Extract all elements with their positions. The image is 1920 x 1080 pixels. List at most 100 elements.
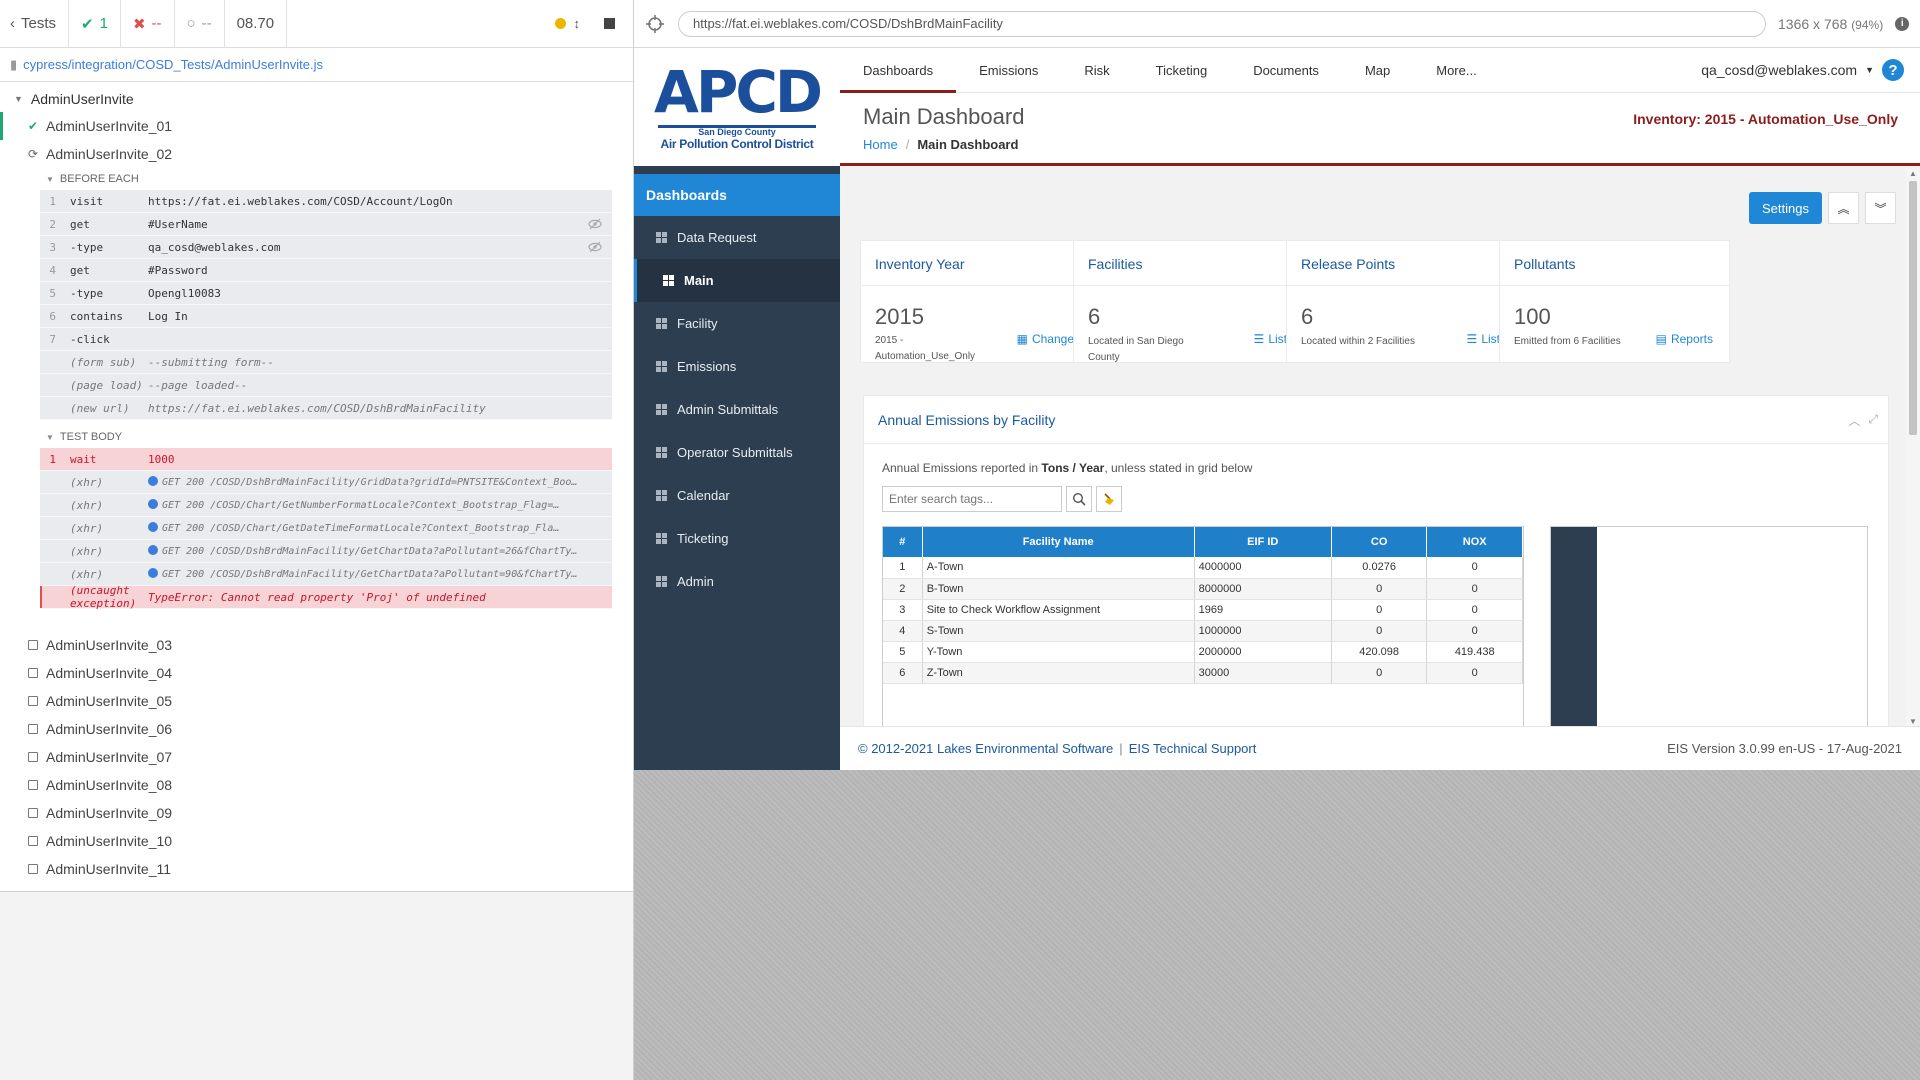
column-header[interactable]: CO (1331, 527, 1428, 557)
command-xhr-row[interactable]: (xhr) GET 200 /COSD/DshBrdMainFacility/Ge… (40, 540, 612, 563)
nav-tab-documents[interactable]: Documents (1230, 48, 1342, 92)
sidebar-item-calendar[interactable]: Calendar (634, 474, 840, 517)
test-item[interactable]: ✔ AdminUserInvite_01 (0, 112, 633, 140)
search-tags-input[interactable] (882, 486, 1062, 512)
table-cell: 0 (1426, 578, 1523, 600)
apcd-logo[interactable]: APCD San Diego County Air Pollution Cont… (634, 48, 840, 166)
chevron-left-icon: ‹ (10, 15, 15, 32)
sidebar-item-main[interactable]: Main (634, 259, 840, 302)
info-icon[interactable]: i (1895, 16, 1910, 31)
command-xhr-row[interactable]: (xhr) GET 200 /COSD/Chart/GetNumberFormat… (40, 494, 612, 517)
test-item[interactable]: AdminUserInvite_10 (0, 827, 633, 855)
command-xhr-row[interactable]: (xhr) GET 200 /COSD/Chart/GetDateTimeForm… (40, 517, 612, 540)
table-row[interactable]: 6 Z-Town 30000 0 0 (883, 662, 1523, 684)
scrollbar-thumb[interactable] (1909, 181, 1917, 435)
command-row[interactable]: 4 get #Password (40, 259, 612, 282)
nav-tab-more[interactable]: More... (1413, 48, 1499, 92)
table-row[interactable]: 5 Y-Town 2000000 420.098 419.438 (883, 641, 1523, 663)
table-row[interactable]: 4 S-Town 1000000 0 0 (883, 620, 1523, 642)
test-item[interactable]: AdminUserInvite_09 (0, 799, 633, 827)
card-link-list[interactable]: ☰ List (1254, 332, 1287, 346)
settings-button[interactable]: Settings (1749, 192, 1822, 224)
command-xhr-row[interactable]: (xhr) GET 200 /COSD/DshBrdMainFacility/Gr… (40, 471, 612, 494)
nav-tab-risk[interactable]: Risk (1061, 48, 1132, 92)
technical-support-link[interactable]: EIS Technical Support (1129, 741, 1257, 756)
command-error-row[interactable]: (uncaught exception) TypeError: Cannot re… (40, 584, 612, 610)
table-row[interactable]: 1 A-Town 4000000 0.0276 0 (883, 557, 1523, 579)
sidebar-item-admin[interactable]: Admin (634, 560, 840, 603)
user-menu[interactable]: qa_cosd@weblakes.com ▼ ? (1701, 48, 1920, 92)
scroll-up-icon[interactable]: ▲ (1909, 169, 1917, 178)
nav-tab-ticketing[interactable]: Ticketing (1133, 48, 1231, 92)
test-item[interactable]: AdminUserInvite_08 (0, 771, 633, 799)
aut-url[interactable]: https://fat.ei.weblakes.com/COSD/DshBrdM… (678, 10, 1766, 37)
test-item[interactable]: AdminUserInvite_04 (0, 659, 633, 687)
command-event-row[interactable]: (page load) --page loaded-- (40, 374, 612, 397)
command-row[interactable]: 1 wait 1000 (40, 448, 612, 471)
table-cell: 0 (1331, 620, 1428, 642)
sidebar-item-admin-submittals[interactable]: Admin Submittals (634, 388, 840, 431)
grid-icon (663, 275, 674, 286)
suite-title[interactable]: ▼ AdminUserInvite (0, 86, 633, 112)
test-body-hook[interactable]: ▼ TEST BODY (0, 426, 633, 448)
command-row[interactable]: 1 visit https://fat.ei.weblakes.com/COSD/A… (40, 190, 612, 213)
command-row[interactable]: 7 -click (40, 328, 612, 351)
sidebar-section-dashboards[interactable]: Dashboards (634, 174, 840, 216)
help-icon[interactable]: ? (1882, 59, 1904, 81)
auto-scroll-icon[interactable]: ↕ (574, 16, 581, 31)
breadcrumb-home[interactable]: Home (863, 137, 898, 152)
command-number: 2 (49, 217, 56, 231)
nav-tab-map[interactable]: Map (1342, 48, 1413, 92)
card-link-reports[interactable]: ▤ Reports (1656, 332, 1713, 346)
copyright-link[interactable]: © 2012-2021 Lakes Environmental Software (858, 741, 1113, 756)
expand-all-button[interactable]: ︾ (1865, 192, 1896, 224)
content-scrollbar[interactable]: ▲ ▼ (1906, 169, 1920, 726)
collapse-all-button[interactable]: ︽ (1828, 192, 1859, 224)
card-link-change[interactable]: ▦ Change (1017, 332, 1074, 346)
command-row[interactable]: 6 contains Log In (40, 305, 612, 328)
test-item[interactable]: ⟳ AdminUserInvite_02 (0, 140, 633, 168)
test-item[interactable]: AdminUserInvite_03 (0, 631, 633, 659)
expand-icon[interactable]: ⤢ (1868, 412, 1878, 429)
column-header[interactable]: Facility Name (922, 527, 1195, 557)
table-row[interactable]: 2 B-Town 8000000 0 0 (883, 578, 1523, 600)
command-message: GET 200 /COSD/DshBrdMainFacility/GetChar… (148, 568, 612, 580)
sidebar-item-facility[interactable]: Facility (634, 302, 840, 345)
pending-count[interactable]: ○ -- (175, 0, 225, 47)
selector-playground-icon[interactable] (644, 13, 666, 35)
nav-tab-dashboards[interactable]: Dashboards (840, 48, 957, 93)
scroll-down-icon[interactable]: ▼ (1909, 717, 1917, 726)
command-event-row[interactable]: (form sub) --submitting form-- (40, 351, 612, 374)
passed-count[interactable]: ✔ 1 (69, 0, 121, 47)
command-row[interactable]: 5 -type Opengl10083 (40, 282, 612, 305)
inventory-label: Inventory: 2015 - Automation_Use_Only (1633, 111, 1898, 127)
sidebar-item-emissions[interactable]: Emissions (634, 345, 840, 388)
command-event-row[interactable]: (new url) https://fat.ei.weblakes.com/COS… (40, 397, 612, 420)
stop-button[interactable] (592, 0, 633, 47)
table-cell: 3 (883, 599, 923, 621)
column-header[interactable]: EIF ID (1194, 527, 1332, 557)
failed-count[interactable]: ✖ -- (121, 0, 175, 47)
column-header[interactable]: # (883, 527, 923, 557)
column-header[interactable]: NOX (1426, 527, 1523, 557)
nav-tab-emissions[interactable]: Emissions (956, 48, 1061, 92)
sidebar-item-ticketing[interactable]: Ticketing (634, 517, 840, 560)
table-row[interactable]: 3 Site to Check Workflow Assignment 1969 0 0 (883, 599, 1523, 621)
collapse-icon[interactable]: ︿ (1848, 412, 1860, 429)
command-row[interactable]: 2 get #UserName (40, 213, 612, 236)
test-item[interactable]: AdminUserInvite_07 (0, 743, 633, 771)
grid-icon (656, 318, 667, 329)
card-link-list[interactable]: ☰ List (1467, 332, 1500, 346)
tests-back-button[interactable]: ‹ Tests (0, 0, 70, 47)
test-item[interactable]: AdminUserInvite_06 (0, 715, 633, 743)
search-button[interactable] (1066, 486, 1092, 512)
test-item[interactable]: AdminUserInvite_05 (0, 687, 633, 715)
before-each-hook[interactable]: ▼ BEFORE EACH (0, 168, 633, 190)
sidebar-item-operator-submittals[interactable]: Operator Submittals (634, 431, 840, 474)
clear-search-button[interactable] (1096, 486, 1122, 512)
spec-path-link[interactable]: cypress/integration/COSD_Tests/AdminUser… (23, 57, 323, 72)
test-item[interactable]: AdminUserInvite_11 (0, 855, 633, 883)
sidebar-item-data-request[interactable]: Data Request (634, 216, 840, 259)
command-row[interactable]: 3 -type qa_cosd@weblakes.com (40, 236, 612, 259)
command-xhr-row[interactable]: (xhr) GET 200 /COSD/DshBrdMainFacility/Ge… (40, 563, 612, 586)
